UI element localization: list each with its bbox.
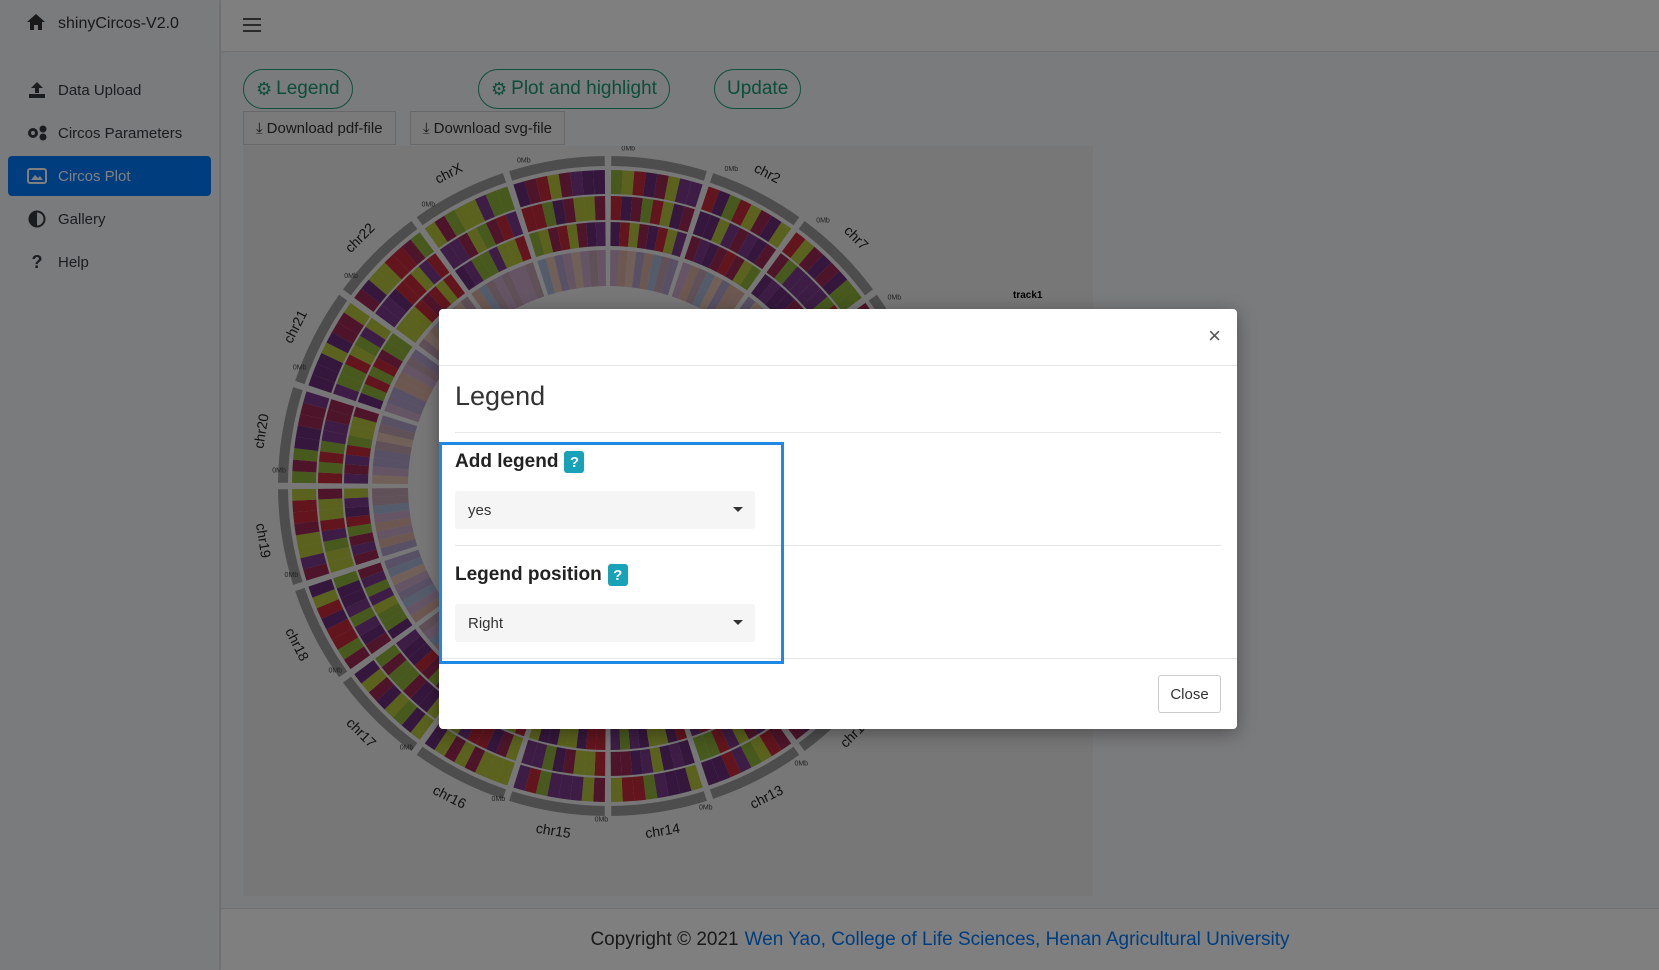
close-button[interactable]: Close [1158, 675, 1221, 713]
close-icon[interactable]: × [1208, 325, 1221, 347]
divider [455, 432, 1221, 433]
highlight-box [439, 442, 784, 664]
modal-header: × [439, 309, 1237, 366]
modal-title: Legend [455, 381, 546, 411]
legend-modal: × Legend Add legend ? yes Legend positio… [439, 309, 1237, 729]
